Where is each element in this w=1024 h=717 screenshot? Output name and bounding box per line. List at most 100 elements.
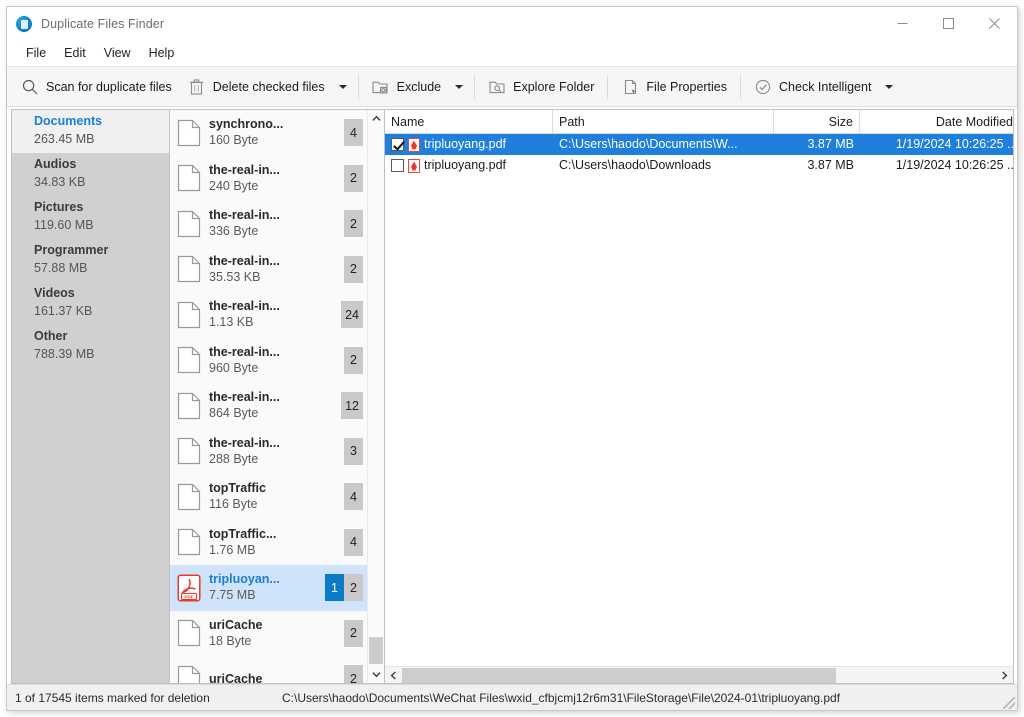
category-name: Programmer xyxy=(34,243,109,257)
duplicate-group-item[interactable]: topTraffic... 1.76 MB 4 xyxy=(170,520,367,566)
generic-file-icon xyxy=(175,437,203,465)
category-name: Pictures xyxy=(34,200,84,214)
scan-for-duplicate-files-button[interactable]: Scan for duplicate files xyxy=(13,71,180,102)
table-row[interactable]: tripluoyang.pdf C:\Users\haodo\Documents\… xyxy=(385,134,1013,155)
duplicate-group-name: topTraffic xyxy=(209,481,266,496)
generic-file-icon xyxy=(175,392,203,420)
exclude-button[interactable]: Exclude xyxy=(364,71,449,102)
explore-folder-button[interactable]: Explore Folder xyxy=(480,71,602,102)
scroll-up-button[interactable] xyxy=(368,110,384,127)
duplicate-group-item[interactable]: uriCache 18 Byte 2 xyxy=(170,611,367,657)
duplicate-group-name: tripluoyan... xyxy=(209,572,280,587)
duplicate-group-item[interactable]: synchrono... 160 Byte 4 xyxy=(170,110,367,156)
duplicate-files-table-panel: Name Path Size Date Modified tripluoyang.pd… xyxy=(384,109,1014,684)
scroll-right-button[interactable] xyxy=(996,667,1013,684)
title-bar: Duplicate Files Finder xyxy=(7,7,1017,41)
chevron-down-icon xyxy=(455,84,464,89)
column-header-path[interactable]: Path xyxy=(553,110,774,134)
vertical-scrollbar-thumb[interactable] xyxy=(369,637,383,664)
search-icon xyxy=(21,78,39,96)
column-header-size[interactable]: Size xyxy=(774,110,860,134)
menu-item-view[interactable]: View xyxy=(95,43,140,63)
duplicate-group-list-panel: synchrono... 160 Byte 4 the-real-in... 240 … xyxy=(169,109,384,684)
duplicate-group-item[interactable]: the-real-in... 35.53 KB 2 xyxy=(170,247,367,293)
cell-name: tripluoyang.pdf xyxy=(385,155,553,176)
sidebar-category-audios[interactable]: Audios 34.83 KB xyxy=(12,153,169,196)
duplicate-group-name: the-real-in... xyxy=(209,162,280,177)
table-body[interactable]: tripluoyang.pdf C:\Users\haodo\Documents\… xyxy=(385,134,1013,666)
generic-file-icon xyxy=(175,483,203,511)
marked-for-deletion-status: 1 of 17545 items marked for deletion xyxy=(15,690,210,705)
duplicate-group-name: synchrono... xyxy=(209,117,284,132)
table-header-row: Name Path Size Date Modified xyxy=(385,110,1013,134)
duplicate-group-item[interactable]: the-real-in... 336 Byte 2 xyxy=(170,201,367,247)
duplicate-group-item[interactable]: the-real-in... 240 Byte 2 xyxy=(170,156,367,202)
duplicate-group-item[interactable]: the-real-in... 1.13 KB 24 xyxy=(170,292,367,338)
duplicate-group-item[interactable]: uriCache_ 2 xyxy=(170,656,367,683)
horizontal-scrollbar-track[interactable] xyxy=(402,667,996,684)
status-bar: 1 of 17545 items marked for deletion C:\… xyxy=(7,684,1017,710)
duplicate-group-badges: 3 xyxy=(344,437,363,465)
close-button[interactable] xyxy=(971,7,1017,40)
selected-file-path-status: C:\Users\haodo\Documents\WeChat Files\wx… xyxy=(282,690,841,705)
menu-item-file[interactable]: File xyxy=(17,43,55,63)
duplicate-group-item[interactable]: topTraffic 116 Byte 4 xyxy=(170,474,367,520)
cell-size: 3.87 MB xyxy=(807,158,854,172)
generic-file-icon xyxy=(175,346,203,374)
generic-file-icon xyxy=(175,164,203,192)
delete-checked-files-button[interactable]: Delete checked files xyxy=(180,71,333,102)
duplicate-group-badges: 4 xyxy=(344,483,363,511)
menu-item-help[interactable]: Help xyxy=(140,43,184,63)
minimize-button[interactable] xyxy=(879,7,925,40)
sidebar-category-pictures[interactable]: Pictures 119.60 MB xyxy=(12,196,169,239)
duplicate-count-badge: 12 xyxy=(341,392,363,420)
duplicate-list-vertical-scrollbar[interactable] xyxy=(367,110,384,683)
file-properties-button[interactable]: File Properties xyxy=(613,71,735,102)
selected-count-badge: 1 xyxy=(325,574,344,602)
duplicate-count-badge: 24 xyxy=(341,301,363,329)
cell-size: 3.87 MB xyxy=(807,137,854,151)
duplicate-count-badge: 2 xyxy=(344,255,363,283)
duplicate-group-list[interactable]: synchrono... 160 Byte 4 the-real-in... 240 … xyxy=(170,110,367,683)
scroll-left-button[interactable] xyxy=(385,667,402,684)
check-intelligent-dropdown[interactable] xyxy=(879,71,899,102)
menu-item-edit[interactable]: Edit xyxy=(55,43,95,63)
column-header-name[interactable]: Name xyxy=(385,110,553,134)
duplicate-group-size: 7.75 MB xyxy=(209,588,256,603)
sidebar-category-videos[interactable]: Videos 161.37 KB xyxy=(12,282,169,325)
sidebar-category-other[interactable]: Other 788.39 MB xyxy=(12,325,169,368)
toolbar-separator xyxy=(740,74,742,99)
row-checkbox[interactable] xyxy=(391,159,404,172)
sidebar-category-documents[interactable]: Documents 263.45 MB xyxy=(12,110,169,153)
duplicate-group-meta: uriCache 18 Byte xyxy=(209,617,338,650)
scroll-down-button[interactable] xyxy=(368,666,384,683)
duplicate-group-size: 960 Byte xyxy=(209,360,259,375)
duplicate-count-badge: 2 xyxy=(344,619,363,647)
chevron-down-icon xyxy=(885,84,894,89)
category-name: Other xyxy=(34,329,68,343)
row-checkbox[interactable] xyxy=(391,138,404,151)
category-sidebar: Documents 263.45 MB Audios 34.83 KB Pictures… xyxy=(11,109,169,684)
duplicate-count-badge: 3 xyxy=(344,437,363,465)
duplicate-group-size: 1.76 MB xyxy=(209,542,256,557)
resize-grip[interactable] xyxy=(1003,697,1015,709)
sidebar-category-programmer[interactable]: Programmer 57.88 MB xyxy=(12,239,169,282)
category-size: 788.39 MB xyxy=(34,347,95,361)
column-header-date-modified[interactable]: Date Modified xyxy=(860,110,1013,134)
table-horizontal-scrollbar[interactable] xyxy=(385,666,1013,683)
exclude-dropdown[interactable] xyxy=(449,71,469,102)
duplicate-count-badge: 2 xyxy=(344,665,363,683)
duplicate-group-name: the-real-in... xyxy=(209,208,280,223)
duplicate-group-size: 116 Byte xyxy=(209,497,258,512)
duplicate-group-item[interactable]: the-real-in... 288 Byte 3 xyxy=(170,429,367,475)
delete-checked-files-dropdown[interactable] xyxy=(333,71,353,102)
table-row[interactable]: tripluoyang.pdf C:\Users\haodo\Downloads 3… xyxy=(385,155,1013,176)
horizontal-scrollbar-thumb[interactable] xyxy=(402,667,836,683)
duplicate-group-item[interactable]: PDF tripluoyan... 7.75 MB 1 2 xyxy=(170,565,367,611)
duplicate-group-item[interactable]: the-real-in... 960 Byte 2 xyxy=(170,338,367,384)
category-name: Videos xyxy=(34,286,75,300)
check-intelligent-button[interactable]: Check Intelligent xyxy=(746,71,879,102)
maximize-button[interactable] xyxy=(925,7,971,40)
toolbar-separator xyxy=(607,74,609,99)
duplicate-group-item[interactable]: the-real-in... 864 Byte 12 xyxy=(170,383,367,429)
